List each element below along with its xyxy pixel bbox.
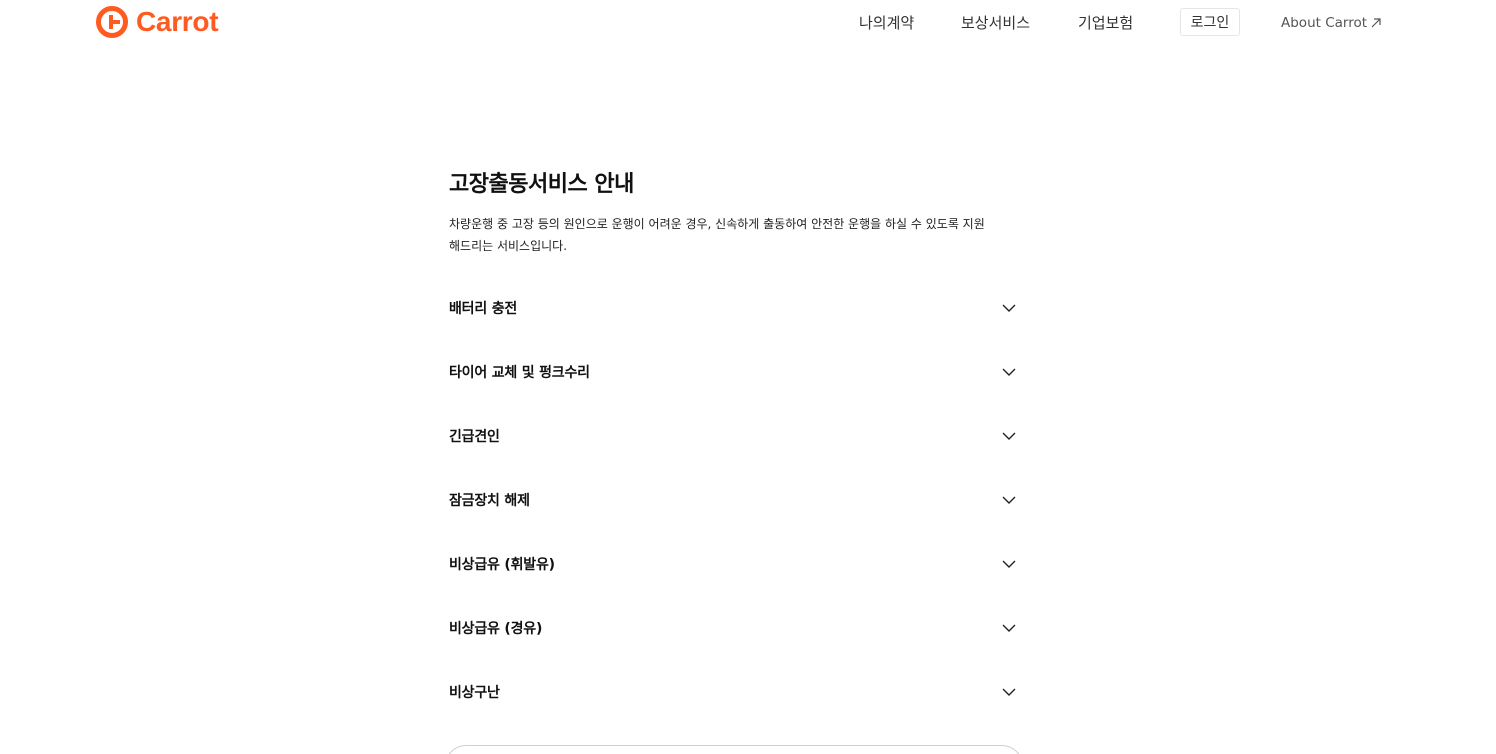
service-guide: 고장출동서비스 안내 차량운행 중 고장 등의 원인으로 운행이 어려운 경우,… <box>449 166 1021 701</box>
accordion-item-rescue[interactable]: 비상구난 <box>449 674 1021 738</box>
nav-about-label: About Carrot <box>1281 15 1368 31</box>
service-accordion: 배터리 충전 타이어 교체 및 펑크수리 긴급견인 잠금장치 해제 비상급유 (… <box>449 290 1021 738</box>
nav-my-contract[interactable]: 나의계약 <box>859 8 914 38</box>
accordion-item-towing[interactable]: 긴급견인 <box>449 418 1021 482</box>
nav-claim-service[interactable]: 보상서비스 <box>961 8 1030 38</box>
accordion-label: 배터리 충전 <box>449 301 518 317</box>
accordion-item-unlock[interactable]: 잠금장치 해제 <box>449 482 1021 546</box>
accordion-label: 비상구난 <box>449 685 500 701</box>
accordion-label: 비상급유 (경유) <box>449 621 543 637</box>
accordion-item-fuel-diesel[interactable]: 비상급유 (경유) <box>449 610 1021 674</box>
accordion-item-tire[interactable]: 타이어 교체 및 펑크수리 <box>449 354 1021 418</box>
chevron-down-icon <box>1002 432 1016 440</box>
top-nav: 나의계약 보상서비스 기업보험 로그인 About Carrot <box>0 8 1496 38</box>
accordion-item-battery[interactable]: 배터리 충전 <box>449 290 1021 354</box>
chevron-down-icon <box>1002 304 1016 312</box>
accordion-label: 잠금장치 해제 <box>449 493 530 509</box>
nav-corporate-insurance[interactable]: 기업보험 <box>1078 8 1133 38</box>
page-description: 차량운행 중 고장 등의 원인으로 운행이 어려운 경우, 신속하게 출동하여 … <box>449 217 985 253</box>
site-header: Carrot 나의계약 보상서비스 기업보험 로그인 About Carrot <box>0 0 1496 46</box>
arrow-up-right-icon <box>1371 18 1381 28</box>
accordion-item-fuel-gasoline[interactable]: 비상급유 (휘발유) <box>449 546 1021 610</box>
chevron-down-icon <box>1002 496 1016 504</box>
bottom-rounded-box[interactable] <box>445 745 1023 754</box>
page-title: 고장출동서비스 안내 <box>449 172 634 197</box>
chevron-down-icon <box>1002 368 1016 376</box>
nav-about-carrot[interactable]: About Carrot <box>1281 8 1382 38</box>
chevron-down-icon <box>1002 624 1016 632</box>
accordion-label: 비상급유 (휘발유) <box>449 557 555 573</box>
chevron-down-icon <box>1002 688 1016 696</box>
chevron-down-icon <box>1002 560 1016 568</box>
login-button[interactable]: 로그인 <box>1180 8 1240 36</box>
accordion-label: 타이어 교체 및 펑크수리 <box>449 365 590 381</box>
page: Carrot 나의계약 보상서비스 기업보험 로그인 About Carrot … <box>0 0 1496 754</box>
accordion-label: 긴급견인 <box>449 429 500 445</box>
